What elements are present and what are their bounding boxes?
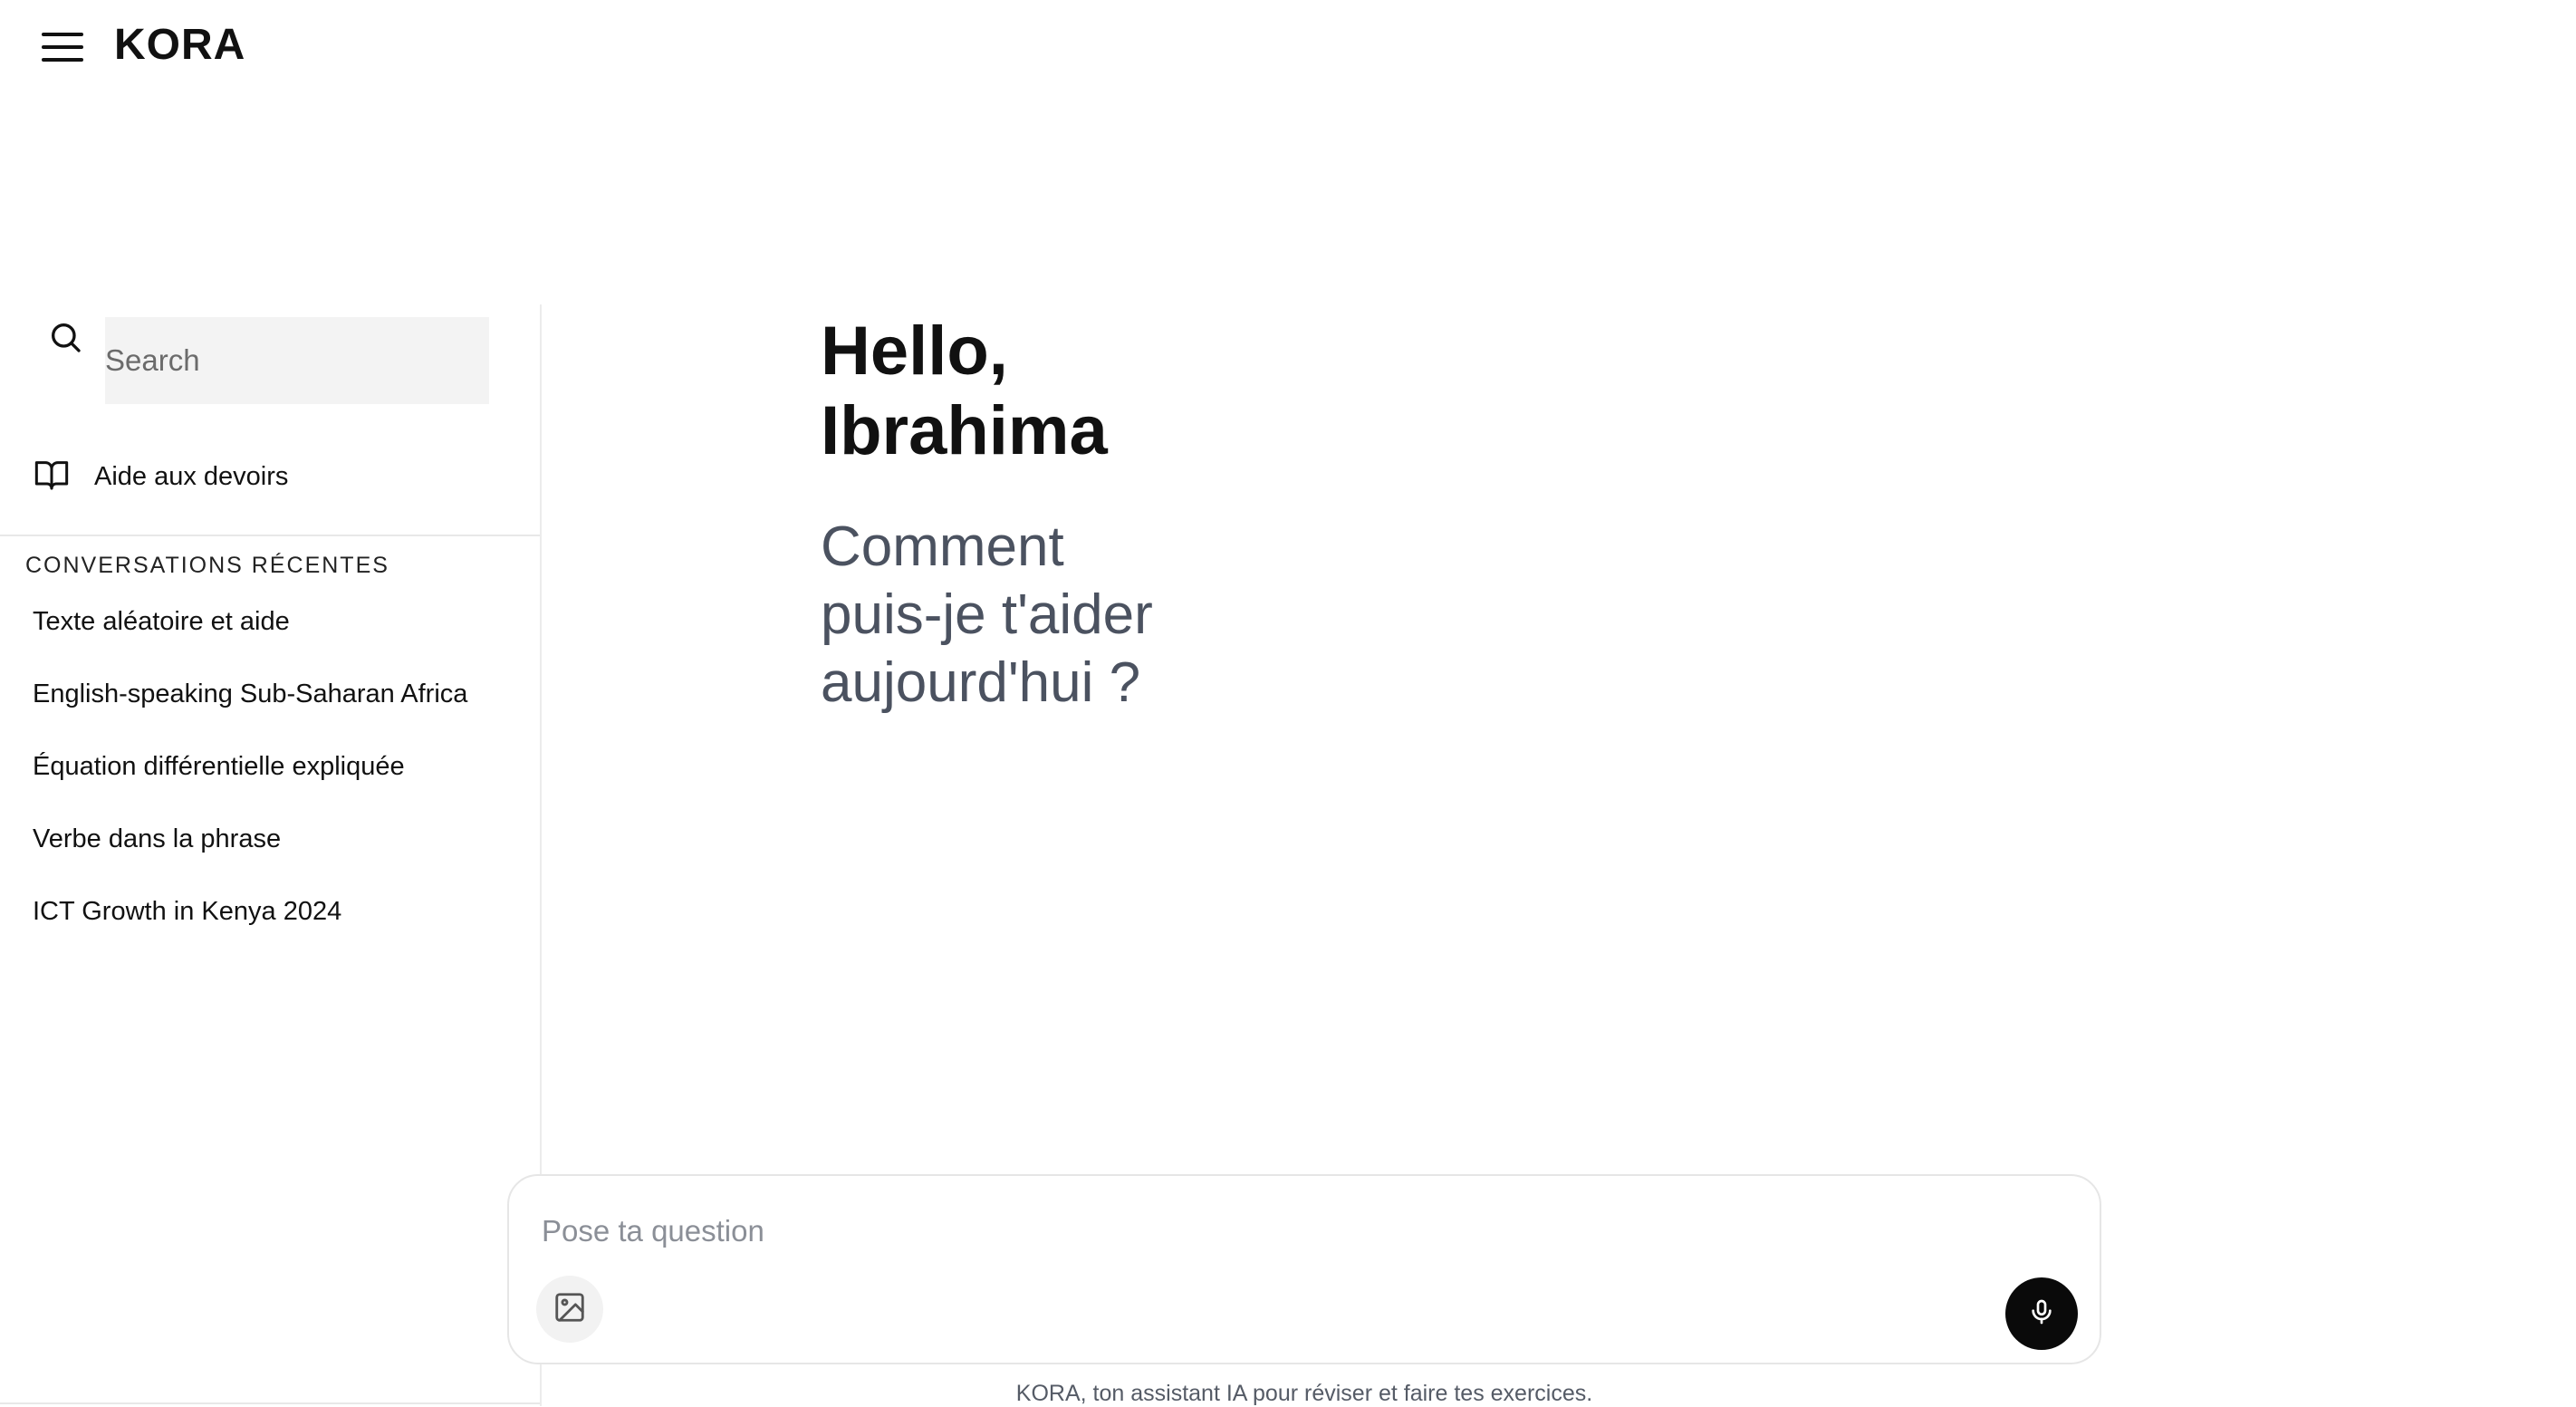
image-upload-icon [553, 1290, 587, 1329]
conversation-item[interactable]: English-speaking Sub-Saharan Africa [33, 679, 467, 752]
open-book-icon [33, 457, 71, 497]
search-icon [45, 317, 85, 357]
footer-note: KORA, ton assistant IA pour réviser et f… [1015, 1381, 1593, 1406]
subtitle-line: Comment [821, 516, 1064, 578]
subtitle-line: aujourd'hui ? [821, 651, 1141, 714]
greeting-subtitle: Comment puis-je t'aider aujourd'hui ? [821, 513, 1274, 717]
hamburger-menu-icon[interactable] [42, 33, 83, 62]
sidebar-item-homework-help[interactable]: Aide aux devoirs [33, 457, 288, 497]
conversation-item[interactable]: ICT Growth in Kenya 2024 [33, 897, 467, 969]
question-input[interactable] [542, 1209, 1991, 1254]
greeting-hello: Hello, [821, 313, 1008, 390]
greeting: Hello, Ibrahima Comment puis-je t'aider … [821, 312, 1274, 717]
sidebar-item-label: Aide aux devoirs [94, 462, 289, 491]
menu-bar [42, 58, 83, 62]
menu-bar [42, 45, 83, 49]
image-upload-button[interactable] [536, 1276, 603, 1343]
greeting-user-name: Ibrahima [821, 392, 1108, 469]
brand-logo[interactable]: KORA [114, 20, 245, 70]
subtitle-line: puis-je t'aider [821, 583, 1153, 646]
recent-conversations-heading: CONVERSATIONS RÉCENTES [25, 553, 389, 578]
search-input[interactable] [105, 317, 489, 404]
search-box [45, 317, 489, 404]
microphone-icon [2027, 1297, 2056, 1331]
sidebar: Aide aux devoirs CONVERSATIONS RÉCENTES … [0, 304, 542, 1406]
divider [0, 535, 540, 536]
menu-bar [42, 33, 83, 36]
message-composer [507, 1174, 2101, 1364]
greeting-title: Hello, Ibrahima [821, 312, 1274, 471]
recent-conversations-list: Texte aléatoire et aide English-speaking… [33, 607, 467, 969]
conversation-item[interactable]: Texte aléatoire et aide [33, 607, 467, 679]
microphone-button[interactable] [2005, 1277, 2078, 1350]
conversation-item[interactable]: Verbe dans la phrase [33, 824, 467, 897]
conversation-item[interactable]: Équation différentielle expliquée [33, 752, 467, 824]
